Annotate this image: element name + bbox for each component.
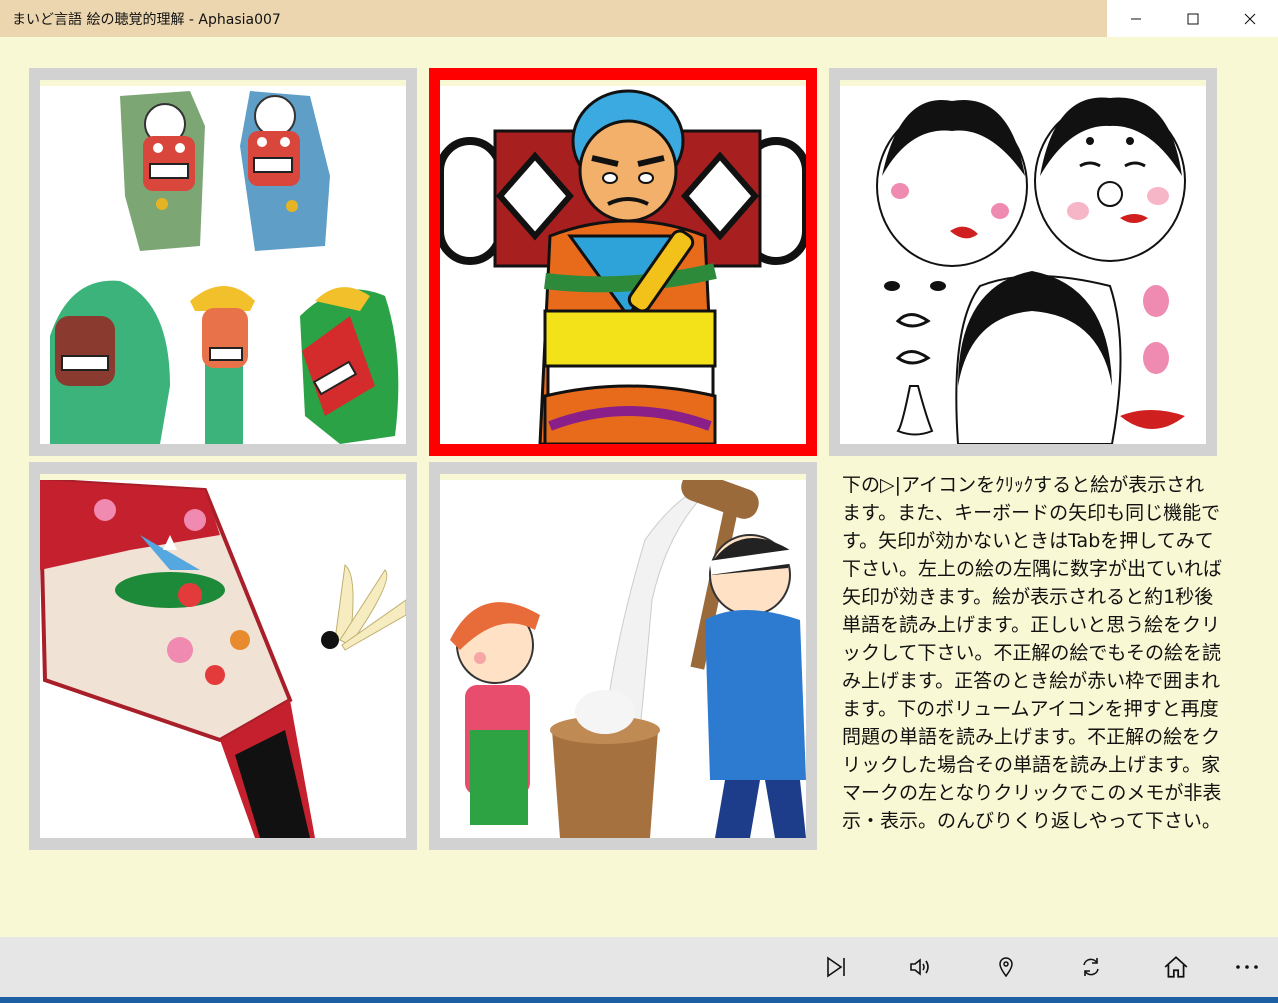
instructions-memo: 下の▷|アイコンをｸﾘｯｸすると絵が表示されます。また、キーボードの矢印も同じ機…: [842, 474, 1223, 832]
warrior-kite-image: [440, 89, 806, 444]
picture-card-mochitsuki[interactable]: [429, 462, 817, 850]
maximize-button[interactable]: [1164, 0, 1221, 37]
window-controls: [1107, 0, 1278, 37]
picture-frame: [440, 80, 806, 444]
home-button[interactable]: [1156, 947, 1196, 987]
picture-frame: [440, 474, 806, 838]
picture-card-warrior-kite[interactable]: [429, 68, 817, 456]
picture-card-hagoita[interactable]: [29, 462, 417, 850]
mochitsuki-image: [450, 480, 806, 838]
close-icon: [1244, 13, 1255, 24]
window-title: まいど言語 絵の聴覚的理解 - Aphasia007: [12, 12, 281, 28]
next-button[interactable]: [816, 947, 856, 987]
home-icon: [1164, 956, 1188, 978]
more-icon: [1236, 965, 1258, 969]
minimize-button[interactable]: [1107, 0, 1164, 37]
picture-frame: [40, 474, 406, 838]
more-button[interactable]: [1227, 947, 1267, 987]
next-icon: [827, 956, 845, 978]
memo-toggle-button[interactable]: [986, 947, 1026, 987]
location-pin-icon: [999, 957, 1013, 978]
picture-card-shishimai[interactable]: [29, 68, 417, 456]
picture-frame: [40, 80, 406, 444]
picture-card-okame[interactable]: [829, 68, 1217, 456]
maximize-icon: [1187, 13, 1198, 24]
okame-fukuwarai-image: [876, 97, 1186, 444]
refresh-button[interactable]: [1071, 947, 1111, 987]
volume-icon: [910, 958, 929, 976]
bottom-app-bar: [0, 937, 1278, 997]
hagoita-image: [40, 480, 406, 838]
close-button[interactable]: [1221, 0, 1278, 37]
status-bar: [0, 997, 1278, 1003]
picture-grid-area: 下の▷|アイコンをｸﾘｯｸすると絵が表示されます。また、キーボードの矢印も同じ機…: [0, 37, 1278, 937]
minimize-icon: [1130, 18, 1141, 19]
shishimai-masks-image: [50, 91, 399, 444]
refresh-icon: [1083, 958, 1099, 976]
title-bar: まいど言語 絵の聴覚的理解 - Aphasia007: [0, 0, 1278, 37]
volume-button[interactable]: [900, 947, 940, 987]
picture-frame: [840, 80, 1206, 444]
